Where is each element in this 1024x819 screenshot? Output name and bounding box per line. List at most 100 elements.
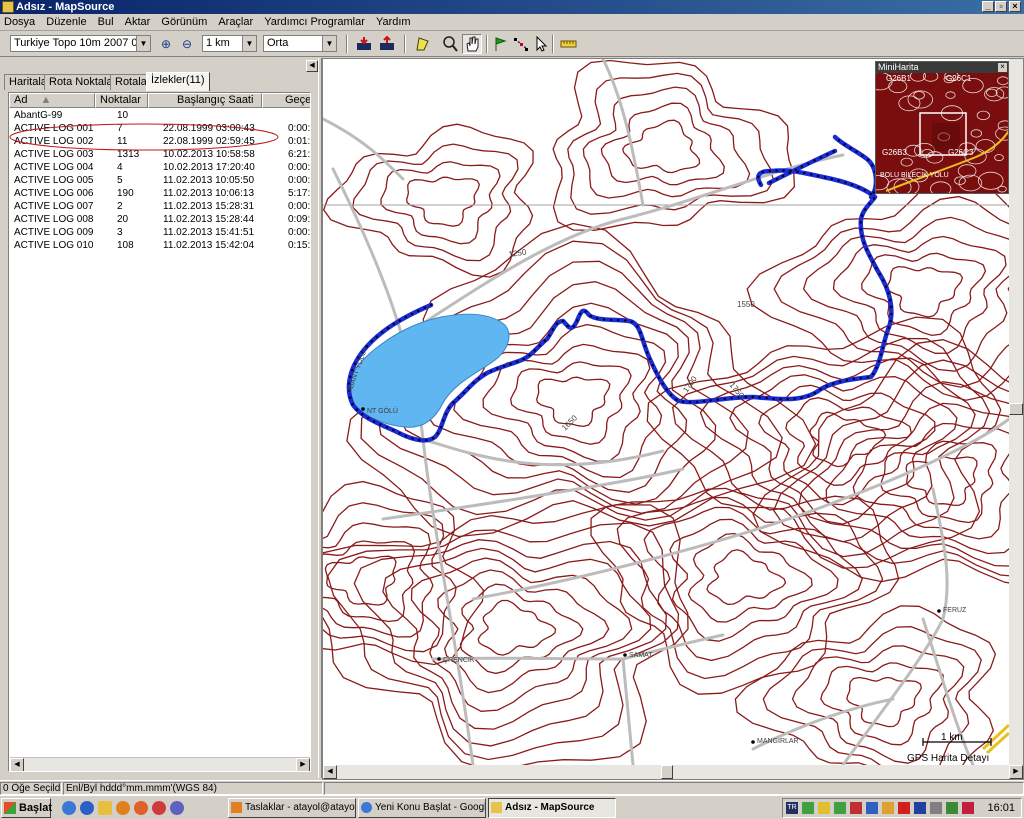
clock: 16:01 [987,802,1015,814]
media-icon[interactable] [914,802,926,814]
track-point [779,397,782,401]
map-view[interactable]: 1250 1550 1700 1750 1650 ABANT YOLU NT G… [322,58,1024,780]
menu-yardim[interactable]: Yardım [372,14,415,31]
tray-app-icon[interactable] [962,802,974,814]
task-mapsource[interactable]: Adsız - MapSource [488,798,616,818]
detail-level-select[interactable]: Orta ▼ [263,35,337,52]
track-point [489,370,493,373]
folder-icon[interactable] [98,801,112,815]
menu-yardimci-programlar[interactable]: Yardımcı Programlar [260,14,369,31]
task-outlook-drafts[interactable]: Taslaklar - atayol@atayo... [228,798,356,818]
map-vertical-scroll-thumb[interactable] [1009,403,1023,415]
antivirus-icon[interactable] [850,802,862,814]
menu-aktar[interactable]: Aktar [121,14,155,31]
zoom-tool-button[interactable] [440,34,460,54]
scroll-right-arrow-icon[interactable]: ▶ [296,758,310,771]
track-row[interactable]: ACTIVE LOG 008 20 11.02.2013 15:28:44 0:09: [9,213,311,226]
scale-bar-label: 1 km [941,732,963,743]
column-header-points[interactable]: Noktalar [95,93,148,108]
track-point [623,319,627,322]
network-icon[interactable] [802,802,814,814]
track-point [366,416,370,420]
chrome-icon[interactable] [62,801,76,815]
map-select-tool-button[interactable] [412,34,432,54]
media-player-icon[interactable] [152,801,166,815]
column-header-name[interactable]: Ad ▲ [9,93,95,108]
map-horizontal-scrollbar[interactable]: ◀ ▶ [323,765,1023,779]
info-icon[interactable] [866,802,878,814]
track-point [887,292,890,295]
menu-duzenle[interactable]: Düzenle [42,14,90,31]
track-point [768,169,771,173]
zoom-out-button[interactable]: ⊖ [177,34,197,54]
coordinate-format: Enl/Byl hddd°mm.mmm'(WGS 84) [63,782,323,795]
track-name: ACTIVE LOG 007 [14,201,94,212]
route-tool-button[interactable] [511,34,531,54]
track-row[interactable]: ACTIVE LOG 009 3 11.02.2013 15:41:51 0:00: [9,226,310,239]
mini-map-road-label: BOLU BİLECİK YOLU [880,170,949,179]
menu-araclar[interactable]: Araçlar [214,14,257,31]
track-elapsed: 0:09: [288,214,311,225]
track-point [657,376,661,379]
internet-explorer-icon[interactable] [80,801,94,815]
tab-izlekler[interactable]: İzlekler(11) [146,72,210,91]
place-label-mangirlar: MANGIRLAR [757,738,799,745]
task-google-new-topic[interactable]: Yeni Konu Başlat - Googl... [358,798,486,818]
zoom-in-button[interactable]: ⊕ [156,34,176,54]
usb-icon[interactable] [946,802,958,814]
list-horizontal-scrollbar[interactable]: ◀ ▶ [10,757,310,771]
quick-launch-icon[interactable] [170,801,184,815]
track-points: 2 [117,201,123,212]
scroll-left-arrow-icon[interactable]: ◀ [323,765,337,779]
pan-tool-button[interactable] [462,34,482,54]
track-point [794,168,797,171]
distance-tool-button[interactable] [558,34,578,54]
track-point [349,396,352,399]
warning-icon[interactable] [898,802,910,814]
receive-from-device-button[interactable] [354,34,374,54]
firefox-icon[interactable] [134,801,148,815]
waypoint-tool-button[interactable] [490,34,510,54]
map-horizontal-scroll-thumb[interactable] [661,765,673,779]
magnifier-icon [443,36,458,52]
track-row[interactable]: ACTIVE LOG 010 108 11.02.2013 15:42:04 0:15… [9,239,310,252]
map-product-select[interactable]: Turkiye Topo 10m 2007 06 ▼ [10,35,151,52]
track-row[interactable]: ACTIVE LOG 006 190 11.02.2013 10:06:13 5:17… [9,187,310,200]
send-to-device-button[interactable] [377,34,397,54]
track-point [744,396,747,399]
start-button[interactable]: Başlat [1,798,52,818]
track-point [860,214,864,217]
menu-bul[interactable]: Bul [94,14,118,31]
track-row[interactable]: ACTIVE LOG 007 2 11.02.2013 15:28:31 0:00: [9,200,310,213]
scroll-left-arrow-icon[interactable]: ◀ [10,758,24,771]
track-row[interactable]: ACTIVE LOG 005 5 11.02.2013 10:05:50 0:00: [9,174,310,187]
select-tool-button[interactable] [531,34,551,54]
zoom-scale-select[interactable]: 1 km ▼ [202,35,257,52]
track-point [665,388,668,391]
maximize-button[interactable]: ▫ [995,1,1007,12]
mini-map-close-icon[interactable]: × [998,63,1007,72]
column-header-start-time[interactable]: Başlangıç Saati [148,93,262,108]
language-indicator[interactable]: TR [786,802,798,814]
track-row[interactable]: ACTIVE LOG 004 4 10.02.2013 17:20:40 0:00: [9,161,310,174]
scroll-right-arrow-icon[interactable]: ▶ [1009,765,1023,779]
mail-icon[interactable] [818,802,830,814]
menu-dosya[interactable]: Dosya [0,14,39,31]
close-button[interactable]: × [1009,1,1021,12]
column-header-elapsed[interactable]: Geçen S [262,93,310,108]
mini-map-window[interactable]: MiniHarita × G26B1 G26C1 G26B3 G26C3 BOL… [875,61,1009,194]
volume-icon[interactable] [930,802,942,814]
security-icon[interactable] [834,802,846,814]
panel-collapse-arrow-icon[interactable]: ◀ [306,60,318,72]
map-vertical-scrollbar[interactable] [1009,59,1023,765]
outlook-icon[interactable] [116,801,130,815]
toolbar-separator [404,35,406,53]
track-point [572,325,575,328]
track-point [730,396,733,400]
update-icon[interactable] [882,802,894,814]
minimize-button[interactable]: _ [982,1,994,12]
track-point [793,397,796,400]
menu-gorunum[interactable]: Görünüm [157,14,211,31]
track-point [800,165,804,168]
track-point [757,175,760,178]
